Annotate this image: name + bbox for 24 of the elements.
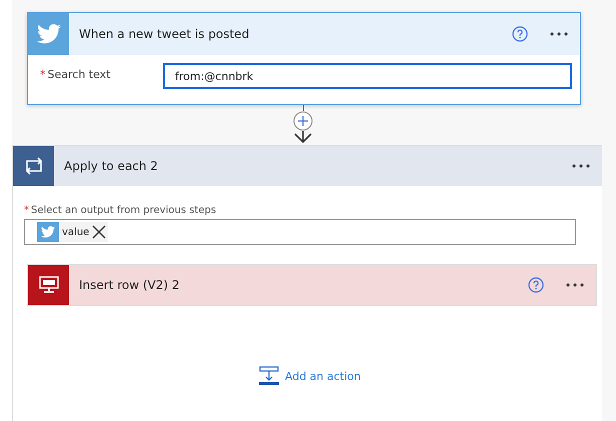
required-mark: * xyxy=(24,205,29,216)
bird-icon xyxy=(41,226,55,238)
more-icon[interactable] xyxy=(550,32,568,36)
add-action-icon[interactable] xyxy=(259,366,279,386)
add-step-icon[interactable] xyxy=(293,111,313,131)
search-text-field[interactable]: from:@cnnbrk xyxy=(163,63,572,89)
field-label: Select an output from previous steps xyxy=(31,205,216,216)
card-title: When a new tweet is posted xyxy=(79,27,250,41)
card-title: Apply to each 2 xyxy=(64,159,159,173)
more-icon[interactable] xyxy=(572,164,590,168)
bird-icon xyxy=(36,24,60,44)
value-token[interactable]: value xyxy=(37,222,108,242)
help-icon[interactable] xyxy=(528,277,544,293)
close-icon[interactable] xyxy=(92,225,106,239)
field-label: Search text xyxy=(48,68,110,80)
more-icon[interactable] xyxy=(566,283,584,287)
output-field[interactable]: value xyxy=(24,219,576,245)
card-title: Insert row (V2) 2 xyxy=(79,278,181,292)
add-action-link[interactable]: Add an action xyxy=(285,370,361,382)
help-icon[interactable] xyxy=(512,26,528,42)
arrow-down-icon xyxy=(294,131,312,143)
sql-monitor-icon xyxy=(38,276,58,294)
required-mark: * xyxy=(40,68,46,80)
token-label: value xyxy=(62,226,90,238)
